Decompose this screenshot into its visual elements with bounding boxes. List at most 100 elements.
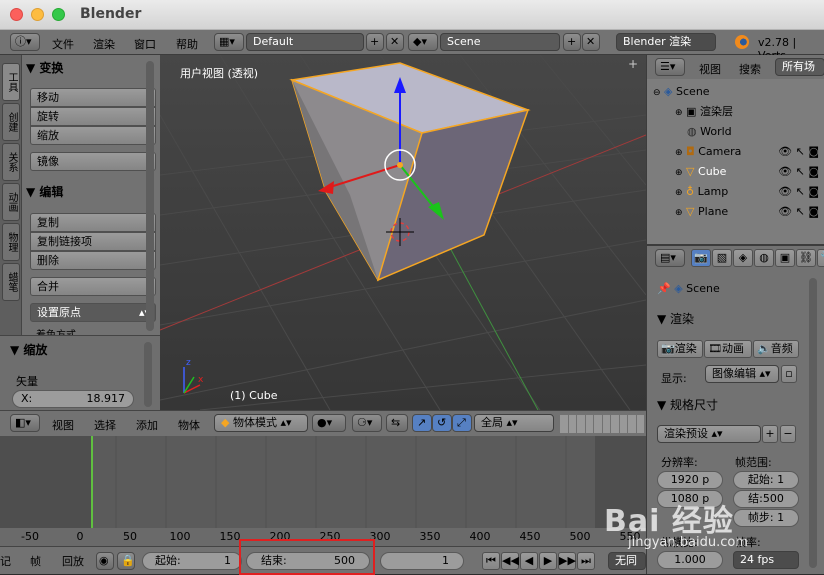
sync-select[interactable]: 无同步 — [608, 552, 646, 570]
translate-manipulator-button[interactable]: ↗ — [412, 414, 432, 432]
editor-type-properties-button[interactable]: ▤▾ — [655, 249, 685, 267]
outliner-display-select[interactable]: 所有场景 — [775, 58, 824, 76]
render-animation-button[interactable]: 🎞动画 — [704, 340, 752, 358]
jump-keyframe-forward-button[interactable]: ▶▶ — [558, 552, 576, 570]
render-image-button[interactable]: 📷渲染 — [657, 340, 703, 358]
play-button[interactable]: ▶ — [539, 552, 557, 570]
menu-marker[interactable]: 记 — [0, 553, 11, 569]
lock-icon[interactable]: 🔒 — [117, 552, 135, 570]
frame-end-field[interactable]: 结:500 — [733, 490, 799, 508]
minimize-window-icon[interactable] — [31, 8, 44, 21]
timeline-area[interactable]: -50 0 50 100 150 200 250 300 350 400 450 500 550 — [0, 436, 646, 546]
menu-add[interactable]: 添加 — [136, 417, 158, 433]
outliner-row-lamp[interactable]: ⊕ ♁ Lamp 👁 ↖ ◙ — [647, 182, 824, 202]
tab-relations[interactable]: 关系 — [2, 143, 20, 181]
display-lock-icon[interactable]: ▫ — [781, 365, 797, 383]
menu-frame[interactable]: 帧 — [30, 553, 41, 569]
tab-grease-pencil[interactable]: 蜡笔 — [2, 263, 20, 301]
remove-preset-button[interactable]: − — [780, 425, 796, 443]
outliner-row-plane[interactable]: ⊕ ▽ Plane 👁 ↖ ◙ — [647, 202, 824, 222]
scene-field[interactable]: Scene — [440, 33, 560, 51]
menu-render[interactable]: 渲染 — [93, 36, 115, 52]
resolution-x-field[interactable]: 1920 p — [657, 471, 723, 489]
tool-shelf-scrollbar[interactable] — [146, 61, 154, 331]
pin-icon[interactable]: 📌 — [657, 282, 671, 295]
viewport-corner-plus-icon[interactable]: + — [628, 57, 638, 71]
render-engine-select[interactable]: Blender 渲染 — [616, 33, 716, 51]
editor-type-3dview-button[interactable]: ◧▾ — [10, 414, 40, 432]
rotate-button[interactable]: 旋转 — [30, 107, 156, 126]
record-icon[interactable]: ◉ — [96, 552, 114, 570]
outliner-row-render-layers[interactable]: ⊕ ▣ 渲染层 — [647, 102, 824, 122]
aspect-x-field[interactable]: 1.000 — [657, 551, 723, 569]
maximize-window-icon[interactable] — [52, 8, 65, 21]
tab-animation[interactable]: 动画 — [2, 183, 20, 221]
menu-select[interactable]: 选择 — [94, 417, 116, 433]
layer-buttons[interactable] — [560, 415, 644, 433]
menu-playback[interactable]: 回放 — [62, 553, 84, 569]
delete-button[interactable]: 删除 — [30, 251, 156, 270]
add-layout-button[interactable]: + — [366, 33, 384, 51]
pivot-point-button[interactable]: ⚆▾ — [352, 414, 382, 432]
properties-scrollbar[interactable] — [809, 278, 817, 568]
display-select[interactable]: 图像编辑 ▴▾ — [705, 365, 779, 383]
render-context-icon[interactable]: 📷 — [691, 249, 711, 267]
tab-physics[interactable]: 物理 — [2, 223, 20, 261]
menu-help[interactable]: 帮助 — [176, 36, 198, 52]
fps-select[interactable]: 24 fps — [733, 551, 799, 569]
outliner-menu-search[interactable]: 搜索 — [739, 61, 761, 77]
vector-x-field[interactable]: X: 18.917 — [12, 390, 134, 408]
world-context-icon[interactable]: ◍ — [754, 249, 774, 267]
outliner-row-camera[interactable]: ⊕ ◘ Camera 👁 ↖ ◙ — [647, 142, 824, 162]
jump-end-button[interactable]: ⏭ — [577, 552, 595, 570]
scene-icon[interactable]: ◆▾ — [408, 33, 438, 51]
outliner-row-cube[interactable]: ⊕ ▽ Cube 👁 ↖ ◙ — [647, 162, 824, 182]
edit-panel-header[interactable]: ▼ 编辑 — [26, 183, 63, 203]
move-button[interactable]: 移动 — [30, 88, 156, 107]
scale-manipulator-button[interactable]: ⤢ — [452, 414, 472, 432]
jump-keyframe-back-button[interactable]: ◀◀ — [501, 552, 519, 570]
menu-view[interactable]: 视图 — [52, 417, 74, 433]
editor-type-outliner-button[interactable]: ☰▾ — [655, 58, 685, 76]
mirror-button[interactable]: 镜像 — [30, 152, 156, 171]
duplicate-button[interactable]: 复制 — [30, 213, 156, 232]
frame-step-field[interactable]: 帧步: 1 — [733, 509, 799, 527]
constraints-context-icon[interactable]: ⛓ — [796, 249, 816, 267]
transform-panel-header[interactable]: ▼ 变换 — [26, 59, 63, 79]
set-origin-select[interactable]: 设置原点 ▴▾ — [30, 303, 156, 322]
mode-select[interactable]: ◆ 物体模式 ▴▾ — [214, 414, 308, 432]
remove-scene-button[interactable]: ✕ — [582, 33, 600, 51]
menu-window[interactable]: 窗口 — [134, 36, 156, 52]
duplicate-linked-button[interactable]: 复制链接项 — [30, 232, 156, 251]
object-context-icon[interactable]: ▣ — [775, 249, 795, 267]
render-layers-context-icon[interactable]: ▧ — [712, 249, 732, 267]
frame-start-field[interactable]: 起始: 1 — [733, 471, 799, 489]
play-reverse-button[interactable]: ◀ — [520, 552, 538, 570]
manipulator-toggle-button[interactable]: ⇆ — [386, 414, 408, 432]
start-frame-field[interactable]: 起始: 1 — [142, 552, 242, 570]
tab-tools[interactable]: 工具 — [2, 63, 20, 101]
render-panel-header[interactable]: ▼ 渲染 — [657, 310, 694, 330]
transform-orientation-select[interactable]: 全局 ▴▾ — [474, 414, 554, 432]
layout-field[interactable]: Default — [246, 33, 364, 51]
outliner-row-scene[interactable]: ⊖ ◈ Scene — [647, 82, 824, 102]
viewport-shading-button[interactable]: ●▾ — [312, 414, 346, 432]
close-window-icon[interactable] — [10, 8, 23, 21]
menu-file[interactable]: 文件 — [52, 36, 74, 52]
dimensions-panel-header[interactable]: ▼ 规格尺寸 — [657, 396, 718, 416]
render-presets-select[interactable]: 渲染预设 ▴▾ — [657, 425, 761, 443]
render-audio-button[interactable]: 🔈音频 — [753, 340, 799, 358]
remove-layout-button[interactable]: ✕ — [386, 33, 404, 51]
add-preset-button[interactable]: + — [762, 425, 778, 443]
modifiers-context-icon[interactable]: 🔧 — [817, 249, 824, 267]
menu-object[interactable]: 物体 — [178, 417, 200, 433]
redo-panel-header[interactable]: ▼ 缩放 — [10, 341, 47, 361]
jump-start-button[interactable]: ⏮ — [482, 552, 500, 570]
add-scene-button[interactable]: + — [563, 33, 581, 51]
outliner-row-world[interactable]: ◍ World — [647, 122, 824, 142]
screen-layout-icon[interactable]: ▦▾ — [214, 33, 244, 51]
scene-context-icon[interactable]: ◈ — [733, 249, 753, 267]
redo-scrollbar[interactable] — [144, 342, 152, 407]
outliner-menu-view[interactable]: 视图 — [699, 61, 721, 77]
rotate-manipulator-button[interactable]: ↺ — [432, 414, 452, 432]
